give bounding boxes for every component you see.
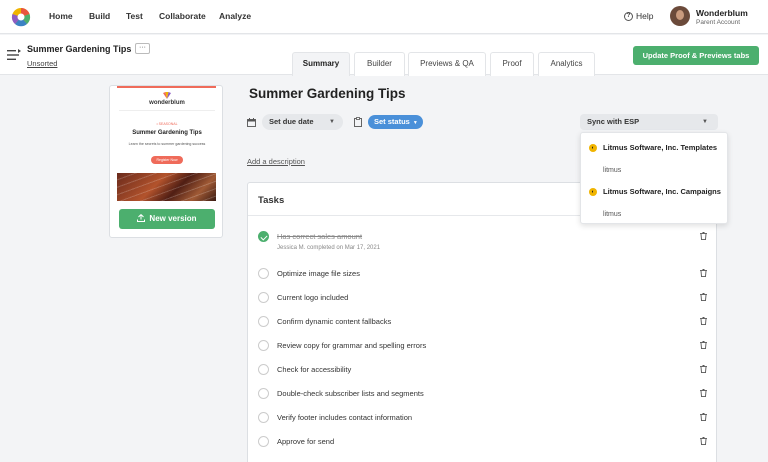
trash-icon[interactable] <box>700 269 707 277</box>
add-description-link[interactable]: Add a description <box>247 157 305 166</box>
task-label: Double-check subscriber lists and segmen… <box>277 389 424 398</box>
task-label: Check for accessibility <box>277 365 352 374</box>
nav-analyze[interactable]: Analyze <box>219 11 251 21</box>
calendar-icon <box>247 118 256 127</box>
page-title: Summer Gardening Tips <box>249 86 406 101</box>
task-checkbox[interactable] <box>258 231 269 242</box>
task-checkbox[interactable] <box>258 388 269 399</box>
tab-proof[interactable]: Proof <box>490 52 534 76</box>
app-logo-icon[interactable] <box>11 7 31 27</box>
task-row: Check for accessibility <box>248 364 718 388</box>
preview-hero-image <box>117 173 216 201</box>
status-label: Set status <box>374 117 410 126</box>
task-row: Approve for send <box>248 436 718 460</box>
top-nav: Home Build Test Collaborate Analyze ? He… <box>0 0 768 34</box>
trash-icon[interactable] <box>700 437 707 445</box>
nav-collaborate[interactable]: Collaborate <box>159 11 206 21</box>
trash-icon[interactable] <box>700 232 707 240</box>
avatar[interactable] <box>670 6 690 26</box>
chevron-down-icon: ▼ <box>702 119 708 125</box>
account-subtitle: Parent Account <box>696 19 741 26</box>
new-version-button[interactable]: New version <box>119 209 215 229</box>
sidebar-toggle-icon[interactable] <box>7 49 21 61</box>
document-title[interactable]: Summer Gardening Tips <box>27 44 131 54</box>
esp-option-sub: litmus <box>603 167 622 174</box>
litmus-logo-icon: ◐ <box>589 188 597 196</box>
task-row: Confirm dynamic content fallbacks <box>248 316 718 340</box>
email-preview-card: wonderblum • SEASONAL Summer Gardening T… <box>109 85 223 238</box>
trash-icon[interactable] <box>700 341 707 349</box>
more-options-button[interactable]: ··· <box>135 43 150 54</box>
tab-previews-qa[interactable]: Previews & QA <box>408 52 486 76</box>
tasks-card: Tasks Has correct sales amount Jessica M.… <box>247 182 718 462</box>
task-row: Has correct sales amount Jessica M. compl… <box>248 231 718 255</box>
preview-tag: • SEASONAL <box>156 122 178 126</box>
task-checkbox[interactable] <box>258 436 269 447</box>
help-label: Help <box>636 11 654 21</box>
trash-icon[interactable] <box>700 365 707 373</box>
folder-link[interactable]: Unsorted <box>27 59 57 68</box>
task-row: Optimize image file sizes <box>248 268 718 292</box>
trash-icon[interactable] <box>700 317 707 325</box>
new-version-label: New version <box>149 214 197 223</box>
help-link[interactable]: ? Help <box>624 11 653 21</box>
preview-cta: Register Now <box>151 156 183 164</box>
task-row: Current logo included <box>248 292 718 316</box>
tab-analytics[interactable]: Analytics <box>538 52 595 76</box>
tasks-heading: Tasks <box>258 195 285 206</box>
esp-option-name: Litmus Software, Inc. Campaigns <box>603 187 721 196</box>
nav-test[interactable]: Test <box>126 11 143 21</box>
preview-subtitle: Learn the secrets to summer gardening su… <box>128 142 206 146</box>
task-checkbox[interactable] <box>258 364 269 375</box>
update-proof-previews-button[interactable]: Update Proof & Previews tabs <box>633 46 759 65</box>
esp-dropdown-menu: ◐ Litmus Software, Inc. Templates litmus… <box>580 132 728 224</box>
help-icon: ? <box>624 11 633 21</box>
task-label: Current logo included <box>277 293 349 302</box>
task-row: Verify footer includes contact informati… <box>248 412 718 436</box>
task-checkbox[interactable] <box>258 316 269 327</box>
esp-option-sub: litmus <box>603 211 622 218</box>
trash-icon[interactable] <box>700 413 707 421</box>
trash-icon[interactable] <box>700 293 707 301</box>
sync-esp-label: Sync with ESP <box>587 117 640 126</box>
task-completion-meta: Jessica M. completed on Mar 17, 2021 <box>277 245 381 251</box>
brand-logo-icon <box>163 92 171 99</box>
task-label: Optimize image file sizes <box>277 269 360 278</box>
due-date-label: Set due date <box>269 117 314 126</box>
preview-title: Summer Gardening Tips <box>132 130 202 136</box>
task-checkbox[interactable] <box>258 412 269 423</box>
account-name[interactable]: Wonderblum <box>696 8 748 18</box>
esp-option-campaigns[interactable]: ◐ Litmus Software, Inc. Campaigns litmus <box>589 186 723 224</box>
task-label: Confirm dynamic content fallbacks <box>277 317 392 326</box>
nav-build[interactable]: Build <box>89 11 110 21</box>
sync-esp-dropdown[interactable]: Sync with ESP ▼ <box>580 114 718 130</box>
nav-home[interactable]: Home <box>49 11 73 21</box>
tab-summary[interactable]: Summary <box>292 52 350 76</box>
litmus-logo-icon: ◐ <box>589 144 597 152</box>
chevron-down-icon: ▼ <box>329 119 335 125</box>
caret-down-icon: ▼ <box>412 120 418 126</box>
task-checkbox[interactable] <box>258 268 269 279</box>
clipboard-icon <box>354 117 362 127</box>
task-label: Has correct sales amount <box>277 232 363 241</box>
esp-option-name: Litmus Software, Inc. Templates <box>603 143 718 152</box>
task-row: Double-check subscriber lists and segmen… <box>248 388 718 412</box>
trash-icon[interactable] <box>700 389 707 397</box>
task-checkbox[interactable] <box>258 292 269 303</box>
set-due-date-button[interactable]: Set due date ▼ <box>262 114 343 130</box>
task-row: Review copy for grammar and spelling err… <box>248 340 718 364</box>
preview-brand: wonderblum <box>149 100 185 106</box>
tab-builder[interactable]: Builder <box>354 52 405 76</box>
task-label: Review copy for grammar and spelling err… <box>277 341 427 350</box>
task-label: Approve for send <box>277 437 335 446</box>
preview-top-bar <box>117 86 216 88</box>
task-checkbox[interactable] <box>258 340 269 351</box>
task-label: Verify footer includes contact informati… <box>277 413 413 422</box>
page-subheader: Summer Gardening Tips ··· Unsorted Summa… <box>0 35 768 76</box>
esp-option-templates[interactable]: ◐ Litmus Software, Inc. Templates litmus <box>589 142 723 180</box>
upload-icon <box>137 214 146 222</box>
set-status-button[interactable]: Set status ▼ <box>368 115 423 129</box>
